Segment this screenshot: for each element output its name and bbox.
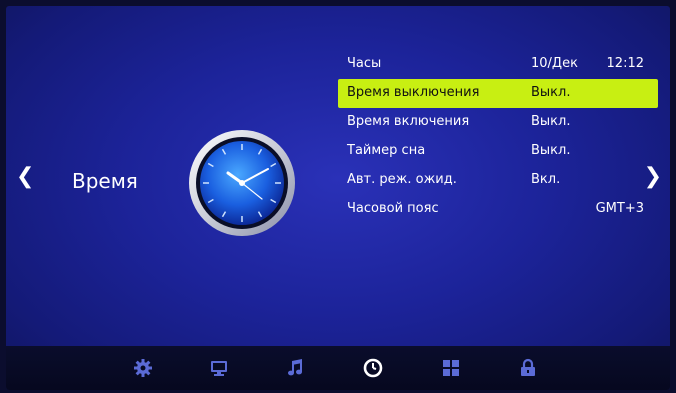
menu-item-value: Выкл. xyxy=(531,85,571,100)
clock-time-value: 12:12 xyxy=(606,56,644,71)
clock-icon[interactable] xyxy=(363,358,383,378)
menu-item-off-time[interactable]: Время выключения Выкл. xyxy=(338,79,658,108)
menu-item-label: Авт. реж. ожид. xyxy=(347,172,457,187)
section-title: Время xyxy=(72,169,138,193)
menu-item-label: Время включения xyxy=(347,114,470,129)
menu-item-label: Часы xyxy=(347,56,382,71)
clock-date-value: 10/Дек xyxy=(531,56,578,71)
bottom-navigation-bar xyxy=(6,346,670,390)
menu-item-auto-standby[interactable]: Авт. реж. ожид. Вкл. xyxy=(338,166,658,195)
menu-item-label: Часовой пояс xyxy=(347,201,439,216)
lock-icon[interactable] xyxy=(518,358,538,378)
menu-item-value: Выкл. xyxy=(531,114,571,129)
gear-icon[interactable] xyxy=(133,358,153,378)
clock-illustration-icon xyxy=(188,129,296,237)
menu-item-label: Таймер сна xyxy=(347,143,426,158)
menu-item-sleep-timer[interactable]: Таймер сна Выкл. xyxy=(338,137,658,166)
music-note-icon[interactable] xyxy=(286,358,306,378)
menu-item-value: GMT+3 xyxy=(595,201,644,216)
menu-item-clock[interactable]: Часы 10/Дек 12:12 xyxy=(338,50,658,79)
time-settings-menu: Часы 10/Дек 12:12 Время выключения Выкл.… xyxy=(338,50,658,224)
menu-item-value: Выкл. xyxy=(531,143,571,158)
menu-item-label: Время выключения xyxy=(347,85,480,100)
menu-item-on-time[interactable]: Время включения Выкл. xyxy=(338,108,658,137)
menu-item-value: Вкл. xyxy=(531,172,561,187)
picture-icon[interactable] xyxy=(209,358,229,378)
grid-icon[interactable] xyxy=(441,358,461,378)
menu-item-time-zone[interactable]: Часовой пояс GMT+3 xyxy=(338,195,658,224)
tv-settings-screen: ❮ ❯ Время Часы 10/Дек 12:12 Время выключ… xyxy=(6,6,670,390)
previous-page-arrow-icon[interactable]: ❮ xyxy=(16,166,34,188)
